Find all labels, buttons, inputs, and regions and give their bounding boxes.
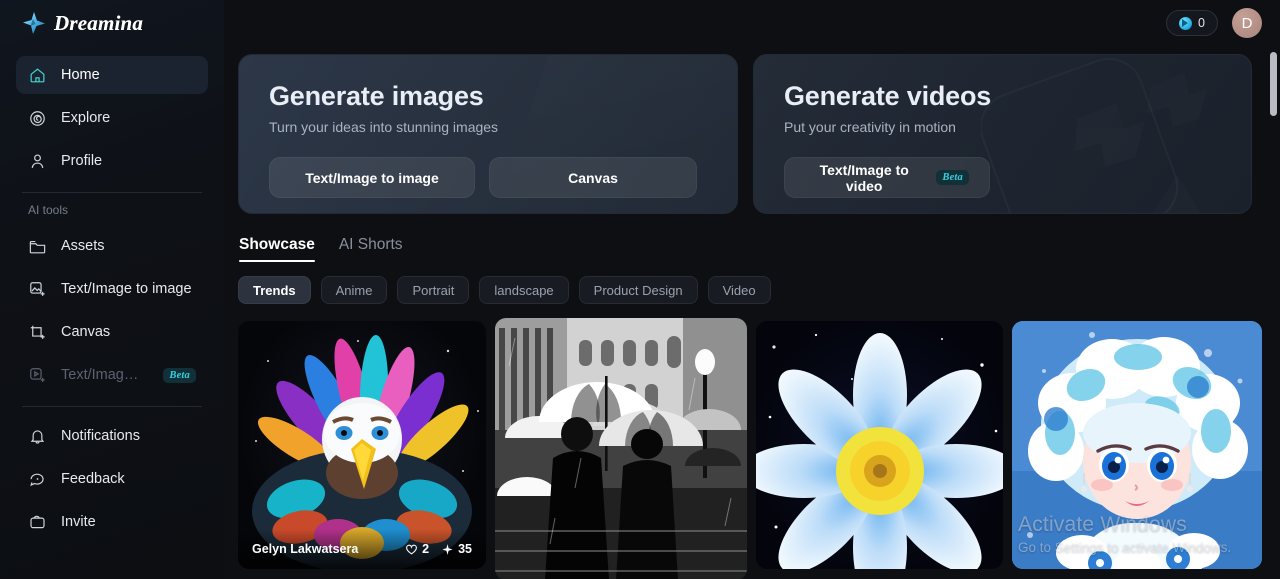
sidebar-item-label: Feedback bbox=[61, 471, 125, 487]
scrollbar-thumb[interactable] bbox=[1270, 52, 1277, 116]
artwork-rainy-street bbox=[495, 318, 747, 579]
like-stat[interactable]: 2 bbox=[405, 542, 429, 556]
card-author: Gelyn Lakwatsera bbox=[252, 542, 359, 556]
sparkle-icon bbox=[442, 543, 453, 555]
gallery-card[interactable]: Gelyn Lakwatsera 2 35 bbox=[238, 321, 486, 569]
credits-pill[interactable]: 0 bbox=[1166, 10, 1218, 36]
brand-logo[interactable]: Dreamina bbox=[16, 0, 208, 46]
filter-chips: Trends Anime Portrait landscape Product … bbox=[238, 276, 1252, 304]
promo-cards: Generate images Turn your ideas into stu… bbox=[238, 54, 1252, 214]
sidebar-item-label: Assets bbox=[61, 238, 105, 254]
sidebar-item-invite[interactable]: Invite bbox=[16, 503, 208, 541]
sidebar-item-text-image-to-video[interactable]: Text/Image t... Beta bbox=[16, 356, 208, 394]
app-root: Dreamina Home Explore Profile AI tools A… bbox=[0, 0, 1280, 579]
coin-icon bbox=[1179, 16, 1193, 30]
brand-name: Dreamina bbox=[54, 10, 144, 35]
sidebar-tools-nav: Assets Text/Image to image Canvas Text/I… bbox=[16, 227, 208, 394]
sidebar-item-text-image-to-image[interactable]: Text/Image to image bbox=[16, 270, 208, 308]
tab-showcase[interactable]: Showcase bbox=[239, 236, 315, 262]
video-sparkle-icon bbox=[28, 366, 47, 385]
avatar[interactable]: D bbox=[1232, 8, 1262, 38]
compass-spiral-icon bbox=[28, 109, 47, 128]
sidebar-item-canvas[interactable]: Canvas bbox=[16, 313, 208, 351]
canvas-button[interactable]: Canvas bbox=[489, 157, 697, 198]
sidebar-item-home[interactable]: Home bbox=[16, 56, 208, 94]
sidebar-item-label: Notifications bbox=[61, 428, 140, 444]
like-count: 2 bbox=[422, 542, 430, 556]
page-title: Generate videos bbox=[784, 81, 992, 111]
chip-video[interactable]: Video bbox=[707, 276, 771, 304]
sidebar-divider-bottom bbox=[22, 406, 202, 407]
beta-badge: Beta bbox=[163, 367, 196, 383]
artwork-blue-flower bbox=[756, 321, 1003, 569]
card-subtitle: Put your creativity in motion bbox=[784, 119, 956, 135]
star-sparkle-icon bbox=[22, 11, 46, 35]
sidebar-item-label: Profile bbox=[61, 153, 103, 169]
sidebar-item-label: Text/Image to image bbox=[61, 281, 192, 297]
canvas-frame-icon bbox=[28, 323, 47, 342]
person-icon bbox=[28, 152, 47, 171]
chat-icon bbox=[28, 470, 47, 489]
showcase-gallery: Gelyn Lakwatsera 2 35 Activate Windows G… bbox=[238, 318, 1262, 579]
sidebar-section-label: AI tools bbox=[28, 203, 69, 217]
credits-count: 0 bbox=[1198, 16, 1205, 30]
chip-anime[interactable]: Anime bbox=[320, 276, 388, 304]
tab-ai-shorts[interactable]: AI Shorts bbox=[339, 236, 403, 262]
text-image-to-image-button[interactable]: Text/Image to image bbox=[269, 157, 475, 198]
heart-icon bbox=[406, 544, 418, 554]
button-label: Text/Image to video bbox=[819, 161, 909, 194]
gallery-card[interactable]: Activate Windows Go to Settings to activ… bbox=[1012, 321, 1262, 569]
bell-icon bbox=[28, 427, 47, 446]
sidebar-item-feedback[interactable]: Feedback bbox=[16, 460, 208, 498]
folder-icon bbox=[28, 237, 47, 256]
use-stat[interactable]: 35 bbox=[441, 542, 472, 556]
text-image-to-video-button[interactable]: Text/Image to video Beta bbox=[784, 157, 990, 198]
card-subtitle: Turn your ideas into stunning images bbox=[269, 119, 499, 135]
card-meta: Gelyn Lakwatsera 2 35 bbox=[238, 529, 486, 569]
chip-trends[interactable]: Trends bbox=[238, 276, 311, 304]
sidebar-bottom-nav: Notifications Feedback Invite bbox=[16, 417, 208, 541]
page-title: Generate images bbox=[269, 81, 484, 111]
chip-landscape[interactable]: landscape bbox=[479, 276, 569, 304]
chip-product-design[interactable]: Product Design bbox=[578, 276, 698, 304]
sidebar-item-label: Home bbox=[61, 67, 100, 83]
gallery-card[interactable] bbox=[495, 318, 747, 579]
content-tabs: Showcase AI Shorts bbox=[238, 236, 1252, 262]
chip-portrait[interactable]: Portrait bbox=[397, 276, 470, 304]
sidebar-item-label: Invite bbox=[61, 514, 96, 530]
main-content: Generate images Turn your ideas into stu… bbox=[224, 0, 1280, 579]
sidebar-item-label: Explore bbox=[61, 110, 111, 126]
generate-images-card: Generate images Turn your ideas into stu… bbox=[238, 54, 738, 214]
header-right: 0 D bbox=[224, 0, 1280, 46]
sidebar-item-notifications[interactable]: Notifications bbox=[16, 417, 208, 455]
image-sparkle-icon bbox=[28, 280, 47, 299]
sidebar-item-assets[interactable]: Assets bbox=[16, 227, 208, 265]
sidebar-item-label: Canvas bbox=[61, 324, 111, 340]
use-count: 35 bbox=[458, 542, 472, 556]
sidebar-divider-top bbox=[22, 192, 202, 193]
sidebar-item-profile[interactable]: Profile bbox=[16, 142, 208, 180]
beta-badge: Beta bbox=[936, 170, 969, 185]
invite-icon bbox=[28, 513, 47, 532]
gallery-card[interactable] bbox=[756, 321, 1003, 569]
artwork-anime-girl bbox=[1012, 321, 1262, 569]
home-icon bbox=[28, 66, 47, 85]
sidebar: Dreamina Home Explore Profile AI tools A… bbox=[0, 0, 224, 579]
sidebar-item-label: Text/Image t... bbox=[61, 367, 144, 383]
sidebar-primary-nav: Home Explore Profile bbox=[16, 56, 208, 180]
sidebar-item-explore[interactable]: Explore bbox=[16, 99, 208, 137]
generate-videos-card: Generate videos Put your creativity in m… bbox=[753, 54, 1252, 214]
avatar-initial: D bbox=[1241, 14, 1253, 32]
